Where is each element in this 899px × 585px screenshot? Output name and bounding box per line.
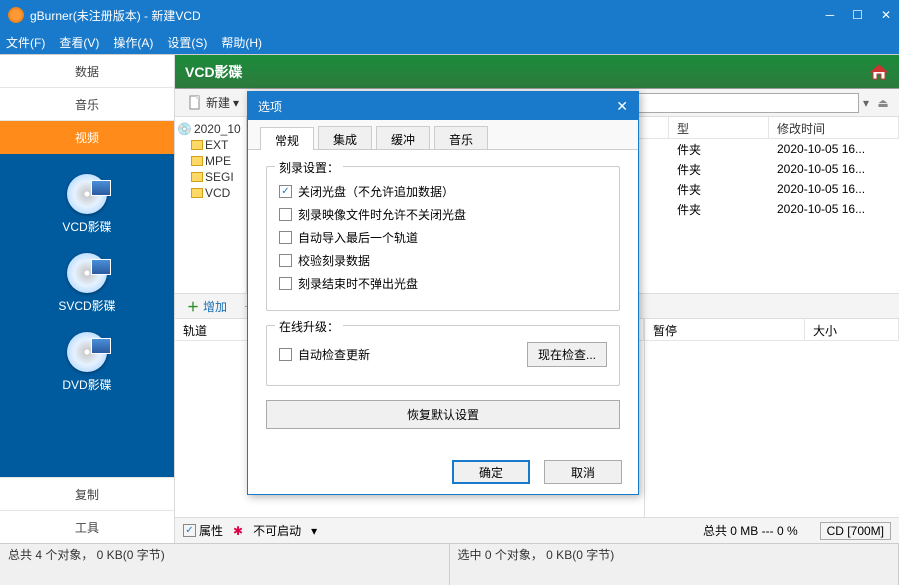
- app-icon: [8, 7, 24, 23]
- home-icon[interactable]: [869, 62, 889, 82]
- ok-button[interactable]: 确定: [452, 460, 530, 484]
- new-button[interactable]: 新建 ▾: [181, 92, 245, 113]
- left-pane: 数据 音乐 视频 VCD影碟 SVCD影碟 DVD影碟 复制 工具: [0, 55, 175, 543]
- menu-action[interactable]: 操作(A): [113, 34, 153, 51]
- disc-item-dvd[interactable]: DVD影碟: [0, 332, 174, 393]
- left-tab-tool[interactable]: 工具: [0, 510, 174, 543]
- menu-view[interactable]: 查看(V): [59, 34, 99, 51]
- disc-item-vcd[interactable]: VCD影碟: [0, 174, 174, 235]
- window-title: gBurner(未注册版本) - 新建VCD: [30, 7, 826, 24]
- close-button[interactable]: ✕: [881, 8, 891, 22]
- noboot-icon: ✱: [233, 524, 243, 538]
- folder-icon: [191, 140, 203, 150]
- disc-icon: [67, 253, 107, 293]
- opt-verify[interactable]: 校验刻录数据: [279, 252, 607, 269]
- folder-icon: [191, 156, 203, 166]
- statusbar: 总共 4 个对象， 0 KB(0 字节) 选中 0 个对象， 0 KB(0 字节…: [0, 543, 899, 585]
- plus-icon: ＋: [187, 298, 199, 315]
- checkbox-icon[interactable]: [279, 208, 292, 221]
- total-label: 总共 0 MB --- 0 %: [703, 522, 798, 539]
- tab-general[interactable]: 常规: [260, 127, 314, 150]
- restore-defaults-button[interactable]: 恢复默认设置: [266, 400, 620, 429]
- opt-auto-update[interactable]: 自动检查更新 现在检查...: [279, 342, 607, 367]
- options-dialog: 选项 ✕ 常规 集成 缓冲 音乐 刻录设置： ✓关闭光盘（不允许追加数据） 刻录…: [247, 91, 639, 495]
- opt-close-disc[interactable]: ✓关闭光盘（不允许追加数据）: [279, 183, 607, 200]
- menu-settings[interactable]: 设置(S): [167, 34, 207, 51]
- disc-item-svcd[interactable]: SVCD影碟: [0, 253, 174, 314]
- maximize-button[interactable]: ☐: [852, 8, 863, 22]
- chevron-down-icon[interactable]: ▾: [863, 96, 869, 110]
- update-group: 在线升级： 自动检查更新 现在检查...: [266, 325, 620, 386]
- folder-tree: 💿 2020_10 EXT MPE SEGI VCD: [175, 117, 247, 293]
- dialog-titlebar: 选项 ✕: [248, 92, 638, 120]
- left-tab-copy[interactable]: 复制: [0, 477, 174, 510]
- banner: VCD影碟: [175, 55, 899, 89]
- checkbox-icon[interactable]: [279, 254, 292, 267]
- cancel-button[interactable]: 取消: [544, 460, 622, 484]
- add-button[interactable]: ＋增加: [181, 296, 233, 317]
- menu-file[interactable]: 文件(F): [6, 34, 45, 51]
- folder-icon: [191, 188, 203, 198]
- menu-help[interactable]: 帮助(H): [221, 34, 262, 51]
- minimize-button[interactable]: ─: [826, 8, 835, 22]
- left-tab-data[interactable]: 数据: [0, 55, 174, 88]
- tree-root[interactable]: 💿 2020_10: [177, 121, 244, 137]
- disc-small-icon: 💿: [177, 122, 192, 136]
- disc-icon: [67, 174, 107, 214]
- checkbox-icon[interactable]: [279, 348, 292, 361]
- titlebar: gBurner(未注册版本) - 新建VCD ─ ☐ ✕: [0, 0, 899, 30]
- checkbox-icon[interactable]: ✓: [279, 185, 292, 198]
- dialog-title: 选项: [258, 98, 616, 115]
- tree-item[interactable]: EXT: [177, 137, 244, 153]
- menubar: 文件(F) 查看(V) 操作(A) 设置(S) 帮助(H): [0, 30, 899, 54]
- opt-auto-import[interactable]: 自动导入最后一个轨道: [279, 229, 607, 246]
- burn-settings-group: 刻录设置： ✓关闭光盘（不允许追加数据） 刻录映像文件时允许不关闭光盘 自动导入…: [266, 166, 620, 311]
- dialog-close-icon[interactable]: ✕: [616, 98, 628, 115]
- col-type[interactable]: 型: [669, 117, 769, 138]
- chevron-down-icon: ▾: [233, 96, 239, 110]
- tree-item[interactable]: VCD: [177, 185, 244, 201]
- left-tab-music[interactable]: 音乐: [0, 88, 174, 121]
- disc-icon: [67, 332, 107, 372]
- dialog-tabs: 常规 集成 缓冲 音乐: [248, 120, 638, 150]
- col-pause[interactable]: 暂停: [645, 319, 805, 340]
- banner-title: VCD影碟: [185, 62, 243, 82]
- chevron-down-icon[interactable]: ▾: [311, 524, 317, 538]
- right-pane: VCD影碟 新建 ▾ ▾ ⏏ 💿 2020_10 EXT: [175, 55, 899, 543]
- opt-allow-open[interactable]: 刻录映像文件时允许不关闭光盘: [279, 206, 607, 223]
- left-tab-video[interactable]: 视频: [0, 121, 174, 154]
- opt-no-eject[interactable]: 刻录结束时不弹出光盘: [279, 275, 607, 292]
- disc-list: VCD影碟 SVCD影碟 DVD影碟: [0, 154, 174, 477]
- col-size[interactable]: 大小: [805, 319, 899, 340]
- eject-icon[interactable]: ⏏: [873, 96, 893, 110]
- tree-item[interactable]: MPE: [177, 153, 244, 169]
- bottom-toolbar: ✓属性 ✱ 不可启动 ▾ 总共 0 MB --- 0 % CD [700M]: [175, 517, 899, 543]
- tree-item[interactable]: SEGI: [177, 169, 244, 185]
- col-modified[interactable]: 修改时间: [769, 117, 899, 138]
- check-now-button[interactable]: 现在检查...: [527, 342, 607, 367]
- checkbox-icon[interactable]: [279, 277, 292, 290]
- status-total: 总共 4 个对象， 0 KB(0 字节): [0, 544, 450, 585]
- noboot-label[interactable]: 不可启动: [253, 522, 301, 539]
- checkbox-icon[interactable]: [279, 231, 292, 244]
- disc-capacity[interactable]: CD [700M]: [820, 522, 891, 540]
- folder-icon: [191, 172, 203, 182]
- tab-buffer[interactable]: 缓冲: [376, 126, 430, 149]
- status-selected: 选中 0 个对象， 0 KB(0 字节): [450, 544, 899, 585]
- props-checkbox[interactable]: ✓属性: [183, 522, 223, 539]
- tab-music[interactable]: 音乐: [434, 126, 488, 149]
- tab-integration[interactable]: 集成: [318, 126, 372, 149]
